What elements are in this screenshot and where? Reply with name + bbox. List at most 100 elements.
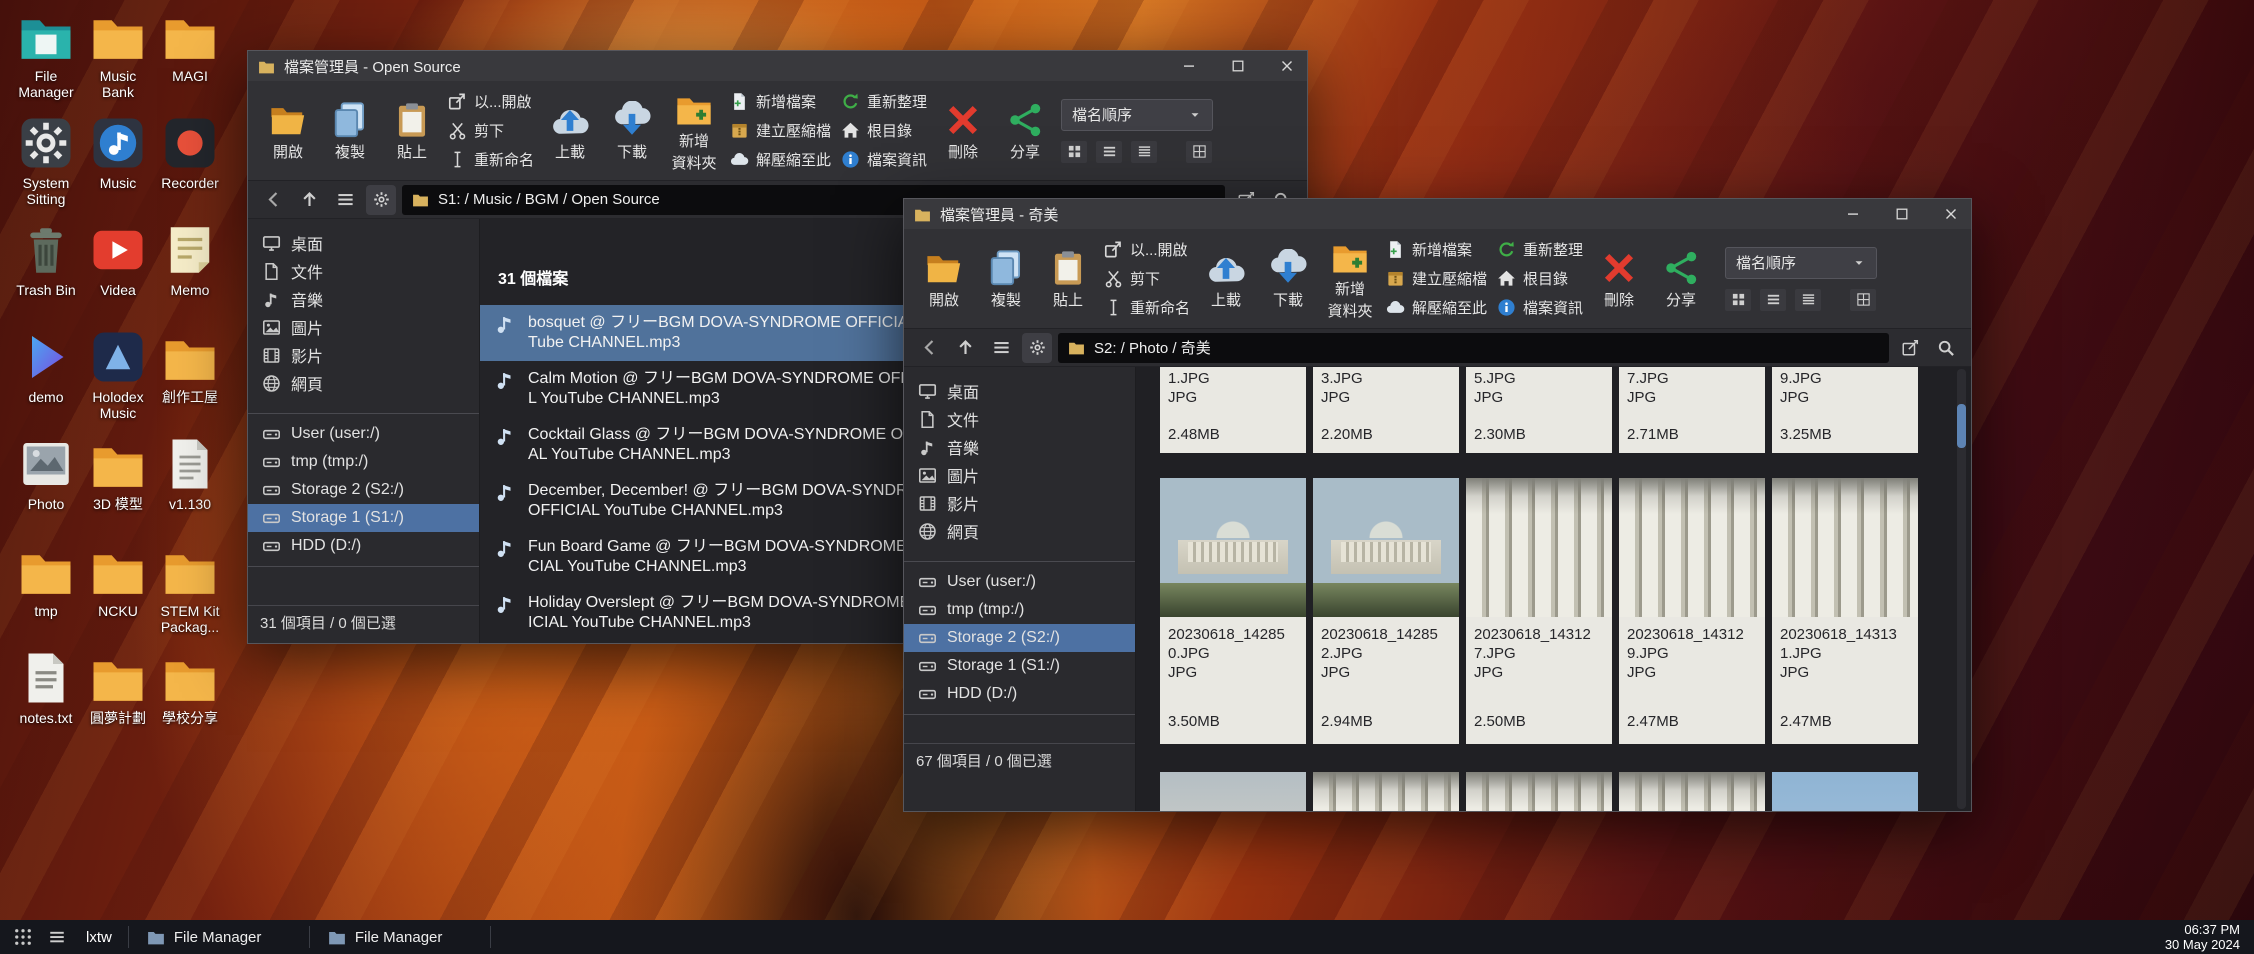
rename-button[interactable]: 重新命名 bbox=[448, 148, 534, 172]
desktop-icon-17[interactable]: STEM Kit Packag... bbox=[154, 543, 226, 650]
copy-button[interactable]: 複製 bbox=[980, 249, 1032, 309]
up-button[interactable] bbox=[294, 185, 324, 215]
settings-button[interactable] bbox=[366, 185, 396, 215]
sidebar-item-pictures[interactable]: 圖片 bbox=[248, 313, 479, 341]
create-archive-button[interactable]: 建立壓縮檔 bbox=[1386, 267, 1487, 291]
app-launcher-button[interactable] bbox=[6, 920, 40, 954]
scrollbar-thumb[interactable] bbox=[1957, 404, 1966, 448]
sort-order-dropdown[interactable]: 檔名順序 bbox=[1725, 247, 1877, 279]
view-list-button[interactable] bbox=[1096, 141, 1122, 163]
path-field[interactable]: S2: / Photo / 奇美 bbox=[1058, 333, 1889, 363]
rename-button[interactable]: 重新命名 bbox=[1104, 296, 1190, 320]
desktop-icon-15[interactable]: tmp bbox=[10, 543, 82, 650]
paste-button[interactable]: 貼上 bbox=[1042, 249, 1094, 309]
menu-button[interactable] bbox=[330, 185, 360, 215]
view-table-button[interactable] bbox=[1850, 289, 1876, 311]
photo-tile-partial[interactable]: 3.JPGJPG2.20MB bbox=[1313, 367, 1459, 453]
view-list-button[interactable] bbox=[1760, 289, 1786, 311]
sidebar-item-desktop[interactable]: 桌面 bbox=[248, 229, 479, 257]
desktop-icon-1[interactable]: Music Bank bbox=[82, 8, 154, 115]
sidebar-item-tmp[interactable]: tmp (tmp:/) bbox=[904, 596, 1135, 624]
maximize-button[interactable] bbox=[1882, 199, 1922, 229]
sidebar-item-hdd[interactable]: HDD (D:/) bbox=[248, 532, 479, 560]
sidebar-item-music[interactable]: 音樂 bbox=[904, 433, 1135, 461]
new-folder-button[interactable]: 新增資料夾 bbox=[1324, 238, 1376, 320]
edit-path-button[interactable] bbox=[1895, 333, 1925, 363]
taskbar-task-0[interactable]: File Manager bbox=[129, 920, 309, 954]
photo-tile[interactable]: 20230618_142850.JPGJPG3.50MB bbox=[1160, 478, 1306, 744]
sidebar-item-tmp[interactable]: tmp (tmp:/) bbox=[248, 448, 479, 476]
desktop-icon-6[interactable]: Trash Bin bbox=[10, 222, 82, 329]
sidebar-item-user[interactable]: User (user:/) bbox=[904, 568, 1135, 596]
photo-tile-partial[interactable]: 9.JPGJPG3.25MB bbox=[1772, 367, 1918, 453]
refresh-button[interactable]: 重新整理 bbox=[841, 90, 927, 114]
view-compact-button[interactable] bbox=[1131, 141, 1157, 163]
desktop-icon-14[interactable]: v1.130 bbox=[154, 436, 226, 543]
close-button[interactable] bbox=[1267, 51, 1307, 81]
desktop-icon-18[interactable]: notes.txt bbox=[10, 650, 82, 757]
window-list-button[interactable] bbox=[40, 920, 74, 954]
photo-tile-partial[interactable] bbox=[1466, 772, 1612, 811]
open-button[interactable]: 開啟 bbox=[918, 249, 970, 309]
sidebar-item-documents[interactable]: 文件 bbox=[904, 405, 1135, 433]
minimize-button[interactable] bbox=[1169, 51, 1209, 81]
open-with-button[interactable]: 以...開啟 bbox=[448, 90, 534, 114]
sidebar-item-videos[interactable]: 影片 bbox=[248, 341, 479, 369]
desktop-icon-16[interactable]: NCKU bbox=[82, 543, 154, 650]
menu-button[interactable] bbox=[986, 333, 1016, 363]
desktop-icon-3[interactable]: System Sitting bbox=[10, 115, 82, 222]
titlebar[interactable]: 檔案管理員 - Open Source bbox=[248, 51, 1307, 81]
back-button[interactable] bbox=[258, 185, 288, 215]
desktop-icon-13[interactable]: 3D 模型 bbox=[82, 436, 154, 543]
sort-order-dropdown[interactable]: 檔名順序 bbox=[1061, 99, 1213, 131]
maximize-button[interactable] bbox=[1218, 51, 1258, 81]
sidebar-item-videos[interactable]: 影片 bbox=[904, 489, 1135, 517]
desktop-icon-20[interactable]: 學校分享 bbox=[154, 650, 226, 757]
desktop-icon-4[interactable]: Music bbox=[82, 115, 154, 222]
photo-tile[interactable]: 20230618_143131.JPGJPG2.47MB bbox=[1772, 478, 1918, 744]
photo-tile-partial[interactable] bbox=[1313, 772, 1459, 811]
titlebar[interactable]: 檔案管理員 - 奇美 bbox=[904, 199, 1971, 229]
view-grid-button[interactable] bbox=[1725, 289, 1751, 311]
sidebar-item-music[interactable]: 音樂 bbox=[248, 285, 479, 313]
new-file-button[interactable]: 新增檔案 bbox=[1386, 238, 1487, 262]
search-button[interactable] bbox=[1931, 333, 1961, 363]
upload-button[interactable]: 上載 bbox=[1200, 249, 1252, 309]
desktop-icon-10[interactable]: Holodex Music bbox=[82, 329, 154, 436]
sidebar-item-storage1[interactable]: Storage 1 (S1:/) bbox=[904, 652, 1135, 680]
photo-tile-partial[interactable]: 1.JPGJPG2.48MB bbox=[1160, 367, 1306, 453]
share-button[interactable]: 分享 bbox=[999, 101, 1051, 161]
taskbar-clock[interactable]: 06:37 PM 30 May 2024 bbox=[2165, 922, 2254, 952]
extract-here-button[interactable]: 解壓縮至此 bbox=[730, 148, 831, 172]
desktop-icon-5[interactable]: Recorder bbox=[154, 115, 226, 222]
upload-button[interactable]: 上載 bbox=[544, 101, 596, 161]
photo-tile[interactable]: 20230618_143127.JPGJPG2.50MB bbox=[1466, 478, 1612, 744]
taskbar-task-1[interactable]: File Manager bbox=[310, 920, 490, 954]
desktop-icon-0[interactable]: File Manager bbox=[10, 8, 82, 115]
cut-button[interactable]: 剪下 bbox=[448, 119, 534, 143]
sidebar-item-storage2[interactable]: Storage 2 (S2:/) bbox=[248, 476, 479, 504]
desktop-icon-19[interactable]: 圓夢計劃 bbox=[82, 650, 154, 757]
photo-tile-partial[interactable] bbox=[1619, 772, 1765, 811]
new-folder-button[interactable]: 新增資料夾 bbox=[668, 90, 720, 172]
photo-tile-partial[interactable]: 7.JPGJPG2.71MB bbox=[1619, 367, 1765, 453]
view-table-button[interactable] bbox=[1186, 141, 1212, 163]
desktop-icon-7[interactable]: Videa bbox=[82, 222, 154, 329]
download-button[interactable]: 下載 bbox=[606, 101, 658, 161]
open-with-button[interactable]: 以...開啟 bbox=[1104, 238, 1190, 262]
root-dir-button[interactable]: 根目錄 bbox=[841, 119, 927, 143]
minimize-button[interactable] bbox=[1833, 199, 1873, 229]
settings-button[interactable] bbox=[1022, 333, 1052, 363]
photo-tile[interactable]: 20230618_143129.JPGJPG2.47MB bbox=[1619, 478, 1765, 744]
sidebar-item-hdd[interactable]: HDD (D:/) bbox=[904, 680, 1135, 708]
copy-button[interactable]: 複製 bbox=[324, 101, 376, 161]
view-grid-button[interactable] bbox=[1061, 141, 1087, 163]
open-button[interactable]: 開啟 bbox=[262, 101, 314, 161]
file-info-button[interactable]: 檔案資訊 bbox=[841, 148, 927, 172]
sidebar-item-web[interactable]: 網頁 bbox=[248, 369, 479, 397]
photo-tile-partial[interactable]: 5.JPGJPG2.30MB bbox=[1466, 367, 1612, 453]
sidebar-item-pictures[interactable]: 圖片 bbox=[904, 461, 1135, 489]
download-button[interactable]: 下載 bbox=[1262, 249, 1314, 309]
view-compact-button[interactable] bbox=[1795, 289, 1821, 311]
paste-button[interactable]: 貼上 bbox=[386, 101, 438, 161]
